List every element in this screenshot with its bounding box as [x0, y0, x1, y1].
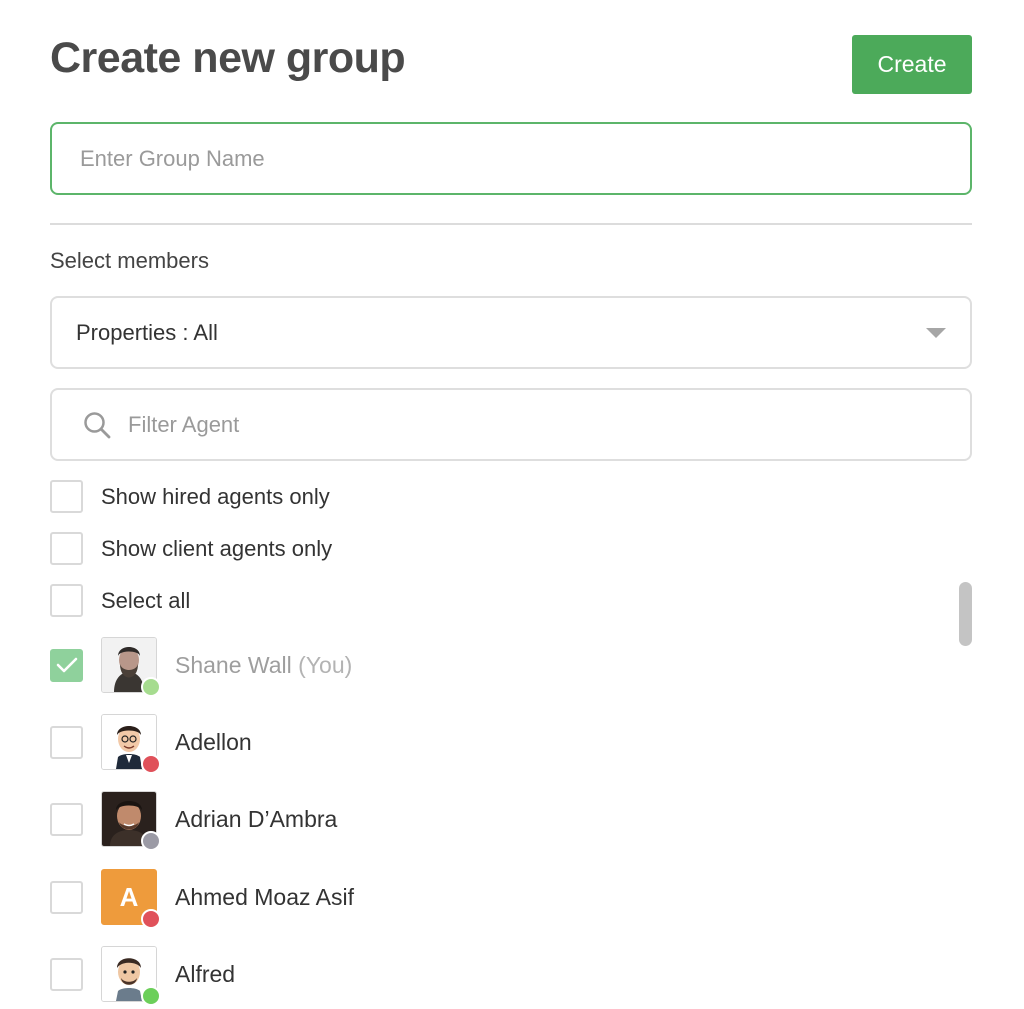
show-hired-agents-checkbox[interactable] [50, 480, 83, 513]
filter-agent-input[interactable] [128, 411, 940, 438]
member-name-shane-wall: Shane Wall (You) [175, 651, 353, 678]
avatar [101, 637, 161, 697]
member-row-shane-wall[interactable]: Shane Wall (You) [50, 637, 353, 697]
divider [50, 223, 972, 225]
status-offline-indicator [141, 831, 161, 851]
filter-agent-box[interactable] [50, 388, 972, 461]
create-button[interactable]: Create [852, 35, 972, 94]
page-title: Create new group [50, 34, 406, 82]
avatar: A [101, 869, 161, 929]
properties-dropdown[interactable]: Properties : All [50, 296, 972, 369]
select-members-label: Select members [50, 248, 209, 273]
member-checkbox-ahmed-moaz-asif[interactable] [50, 880, 83, 914]
show-client-agents-option[interactable]: Show client agents only [50, 532, 332, 565]
search-icon [84, 411, 111, 438]
select-all-option[interactable]: Select all [50, 584, 190, 617]
properties-dropdown-value: Properties : All [76, 319, 218, 345]
show-hired-agents-option[interactable]: Show hired agents only [50, 480, 330, 513]
select-all-checkbox[interactable] [50, 584, 83, 617]
member-checkbox-adrian-dambra[interactable] [50, 802, 83, 836]
scrollbar-thumb[interactable] [959, 582, 972, 646]
member-row-adellon[interactable]: Adellon [50, 714, 252, 774]
group-name-input[interactable] [50, 122, 972, 195]
status-busy-indicator [141, 909, 161, 929]
status-online-indicator [141, 986, 161, 1006]
chevron-down-icon [926, 327, 946, 338]
avatar [101, 791, 161, 851]
member-row-alfred[interactable]: Alfred [50, 946, 236, 1006]
show-client-agents-checkbox[interactable] [50, 532, 83, 565]
show-client-agents-label: Show client agents only [101, 535, 333, 561]
member-name-ahmed-moaz-asif: Ahmed Moaz Asif [175, 883, 354, 910]
member-row-adrian-dambra[interactable]: Adrian D’Ambra [50, 791, 338, 851]
member-checkbox-adellon[interactable] [50, 725, 83, 759]
check-icon [56, 657, 78, 672]
member-checkbox-shane-wall[interactable] [50, 648, 83, 682]
select-all-label: Select all [101, 587, 191, 613]
member-checkbox-alfred[interactable] [50, 957, 83, 991]
avatar [101, 946, 161, 1006]
you-tag: (You) [298, 651, 353, 678]
member-row-ahmed-moaz-asif[interactable]: A Ahmed Moaz Asif [50, 869, 354, 929]
show-hired-agents-label: Show hired agents only [101, 483, 330, 509]
status-online-indicator [141, 677, 161, 697]
member-name-adellon: Adellon [175, 728, 252, 755]
member-name-adrian-dambra: Adrian D’Ambra [175, 805, 338, 832]
avatar [101, 714, 161, 774]
member-name-alfred: Alfred [175, 960, 236, 987]
status-busy-indicator [141, 754, 161, 774]
